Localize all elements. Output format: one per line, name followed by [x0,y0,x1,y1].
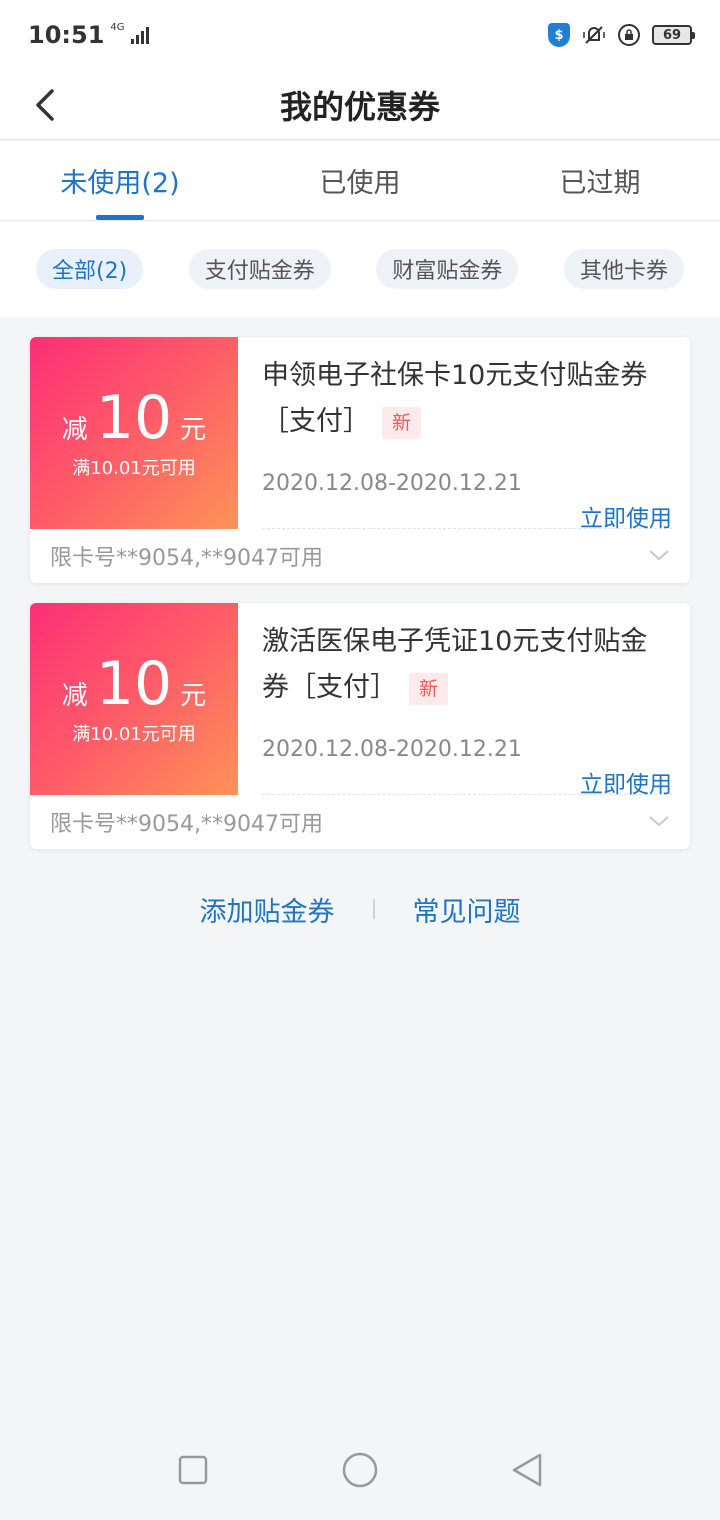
coupon-card[interactable]: 减 10 元 满10.01元可用 激活医保电子凭证10元支付贴金券［支付］ 新 2… [30,603,690,849]
network-type: 4G [110,21,125,33]
coupon-condition: 满10.01元可用 [72,458,196,479]
coupon-details: 激活医保电子凭证10元支付贴金券［支付］ 新 2020.12.08-2020.12… [262,619,672,798]
square-icon [179,1455,208,1485]
coupon-amount: 减 10 元 [62,386,206,450]
amount-unit: 元 [180,681,207,711]
amount-unit: 元 [180,415,207,445]
bottom-links: 添加贴金券 常见问题 [0,886,720,932]
filter-other-cards[interactable]: 其他卡券 [563,249,684,289]
coupon-amount-panel: 减 10 元 满10.01元可用 [30,603,242,795]
chevron-down-icon[interactable] [648,813,670,832]
filter-chips: 全部(2) 支付贴金券 财富贴金券 其他卡券 [0,221,720,317]
coupon-amount: 减 10 元 [62,652,206,716]
tab-used[interactable]: 已使用 [240,141,480,220]
signal-icon [130,26,149,44]
coupon-title: 申领电子社保卡10元支付贴金券［支付］ 新 [262,360,648,439]
tab-expired[interactable]: 已过期 [480,141,720,220]
chevron-down-icon[interactable] [648,547,670,566]
use-now-button[interactable]: 立即使用 [580,499,672,533]
coupon-footer[interactable]: 限卡号**9054,**9047可用 [50,533,670,579]
add-coupon-link[interactable]: 添加贴金券 [162,890,373,929]
card-restriction: 限卡号**9054,**9047可用 [50,546,323,571]
vibrate-icon [582,23,606,47]
coupon-date-range: 2020.12.08-2020.12.21 [262,471,522,496]
battery-icon: 69 [652,25,695,45]
back-button[interactable] [24,82,64,128]
page-title: 我的优惠券 [279,87,440,126]
home-button[interactable] [340,1450,380,1490]
chevron-left-icon [36,89,54,121]
clock: 10:51 [28,21,105,49]
tab-unused[interactable]: 未使用(2) [0,141,240,220]
amount-value: 10 [95,383,173,453]
coupon-date-range: 2020.12.08-2020.12.21 [262,737,522,762]
coupon-condition: 满10.01元可用 [72,724,196,745]
coupon-amount-panel: 减 10 元 满10.01元可用 [30,337,242,529]
recent-apps-button[interactable] [173,1450,213,1490]
faq-link[interactable]: 常见问题 [375,890,559,929]
use-now-button[interactable]: 立即使用 [580,765,672,799]
system-back-button[interactable] [507,1450,547,1490]
amount-value: 10 [95,649,173,719]
status-right: $ 69 [548,23,695,47]
new-badge: 新 [409,672,449,705]
filter-payment-coupon[interactable]: 支付贴金券 [188,249,331,289]
amount-prefix: 减 [61,415,88,445]
status-tabs: 未使用(2) 已使用 已过期 [0,141,720,221]
coupon-card[interactable]: 减 10 元 满10.01元可用 申领电子社保卡10元支付贴金券［支付］ 新 20… [30,337,690,583]
coupon-footer[interactable]: 限卡号**9054,**9047可用 [50,799,670,845]
coupon-details: 申领电子社保卡10元支付贴金券［支付］ 新 2020.12.08-2020.12.… [262,353,672,532]
navigation-bar: 我的优惠券 [0,70,720,140]
amount-prefix: 减 [61,681,88,711]
system-navigation-bar [0,1420,720,1520]
triangle-back-icon [512,1453,541,1487]
filter-wealth-coupon[interactable]: 财富贴金券 [376,249,519,289]
circle-icon [342,1452,378,1488]
card-restriction: 限卡号**9054,**9047可用 [50,812,323,837]
new-badge: 新 [382,406,422,439]
status-bar: 10:51 4G $ 69 [0,0,720,70]
coupon-title: 激活医保电子凭证10元支付贴金券［支付］ 新 [262,626,648,705]
security-shield-icon: $ [548,23,570,47]
coupon-list: 减 10 元 满10.01元可用 申领电子社保卡10元支付贴金券［支付］ 新 20… [30,337,690,869]
status-left: 10:51 4G [28,21,149,49]
rotation-lock-icon [618,24,640,46]
filter-all[interactable]: 全部(2) [36,249,144,289]
